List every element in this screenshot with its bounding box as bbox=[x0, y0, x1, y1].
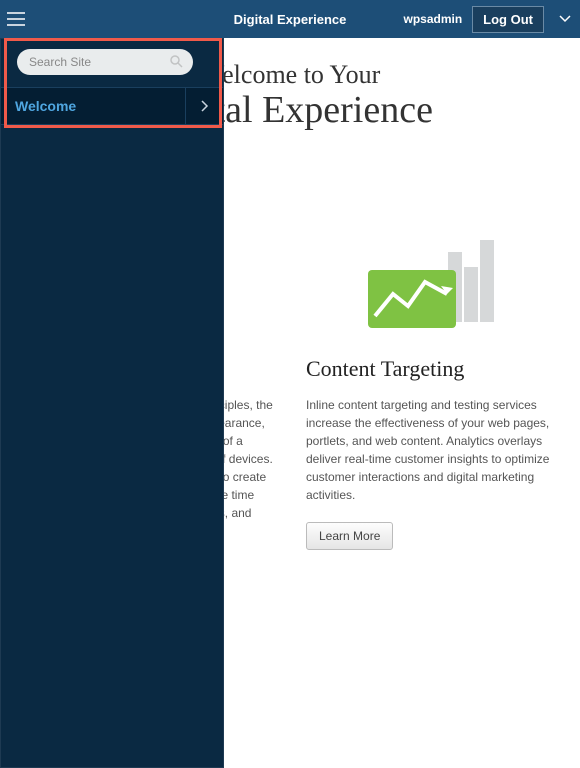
sidebar-item-welcome[interactable]: Welcome bbox=[1, 87, 223, 125]
search-input[interactable] bbox=[29, 55, 165, 69]
topbar-right: wpsadmin Log Out bbox=[403, 6, 580, 33]
current-user: wpsadmin bbox=[403, 12, 462, 26]
card-targeting-body: Inline content targeting and testing ser… bbox=[306, 396, 550, 504]
sidebar-item-label: Welcome bbox=[15, 98, 76, 114]
logout-button[interactable]: Log Out bbox=[472, 6, 544, 33]
app-title: Digital Experience bbox=[234, 12, 347, 27]
card-targeting-title: Content Targeting bbox=[306, 356, 550, 382]
card-targeting: Content Targeting Inline content targeti… bbox=[306, 222, 550, 586]
search-wrap bbox=[1, 39, 223, 87]
hamburger-menu-icon[interactable] bbox=[0, 0, 32, 38]
card-targeting-learn-button[interactable]: Learn More bbox=[306, 522, 393, 550]
chevron-right-icon[interactable] bbox=[185, 87, 223, 125]
targeting-illustration bbox=[306, 222, 550, 342]
search-box[interactable] bbox=[17, 49, 193, 75]
search-icon bbox=[170, 55, 183, 73]
sidebar: Welcome bbox=[0, 38, 224, 768]
chevron-down-icon[interactable] bbox=[558, 15, 572, 23]
topbar: Digital Experience wpsadmin Log Out bbox=[0, 0, 580, 38]
